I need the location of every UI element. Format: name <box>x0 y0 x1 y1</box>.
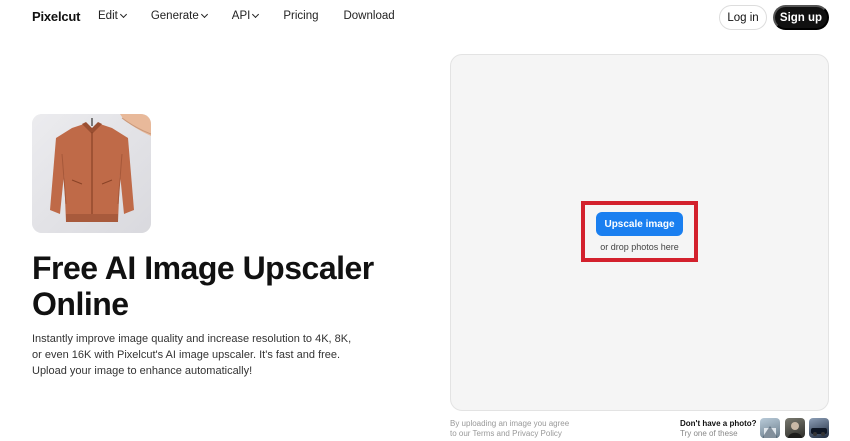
page-title: Free AI Image Upscaler Online <box>32 250 374 322</box>
nav-item-generate[interactable]: Generate <box>150 10 208 22</box>
terms-privacy-link[interactable]: to our Terms and Privacy Policy <box>450 429 610 439</box>
drop-photos-hint: or drop photos here <box>600 242 679 252</box>
legal-line: By uploading an image you agree <box>450 419 570 428</box>
sample-photo-3[interactable] <box>809 418 829 438</box>
no-photo-subtitle: Try one of these <box>680 429 738 438</box>
sample-photo-2[interactable] <box>785 418 805 438</box>
signup-button[interactable]: Sign up <box>773 5 829 30</box>
nav-item-edit[interactable]: Edit <box>98 10 127 22</box>
upscale-image-button[interactable]: Upscale image <box>596 212 683 236</box>
login-button[interactable]: Log in <box>719 5 767 30</box>
chevron-down-icon <box>119 10 127 19</box>
hero-description: Instantly improve image quality and incr… <box>32 333 352 377</box>
nav-item-label: Edit <box>98 10 118 22</box>
main-nav: Edit Generate API Pricing Download <box>98 10 420 22</box>
nav-item-label: Pricing <box>283 10 319 22</box>
top-nav-bar: Pixelcut Edit Generate API Pricing Downl… <box>0 0 850 34</box>
hero-jacket-image <box>32 114 151 233</box>
nav-item-download[interactable]: Download <box>343 10 394 22</box>
legal-notice: By uploading an image you agree to our T… <box>450 419 610 439</box>
nav-item-label: API <box>231 10 251 22</box>
nav-item-label: Generate <box>150 10 199 22</box>
sample-photo-1[interactable] <box>760 418 780 438</box>
sample-photos-prompt: Don't have a photo? Try one of these <box>680 419 760 439</box>
chevron-down-icon <box>252 10 260 19</box>
chevron-down-icon <box>200 10 208 19</box>
nav-item-label: Download <box>343 10 395 22</box>
nav-item-api[interactable]: API <box>231 10 260 22</box>
pixelcut-logo[interactable]: Pixelcut <box>32 9 80 24</box>
no-photo-title: Don't have a photo? <box>680 419 757 428</box>
nav-item-pricing[interactable]: Pricing <box>283 10 318 22</box>
